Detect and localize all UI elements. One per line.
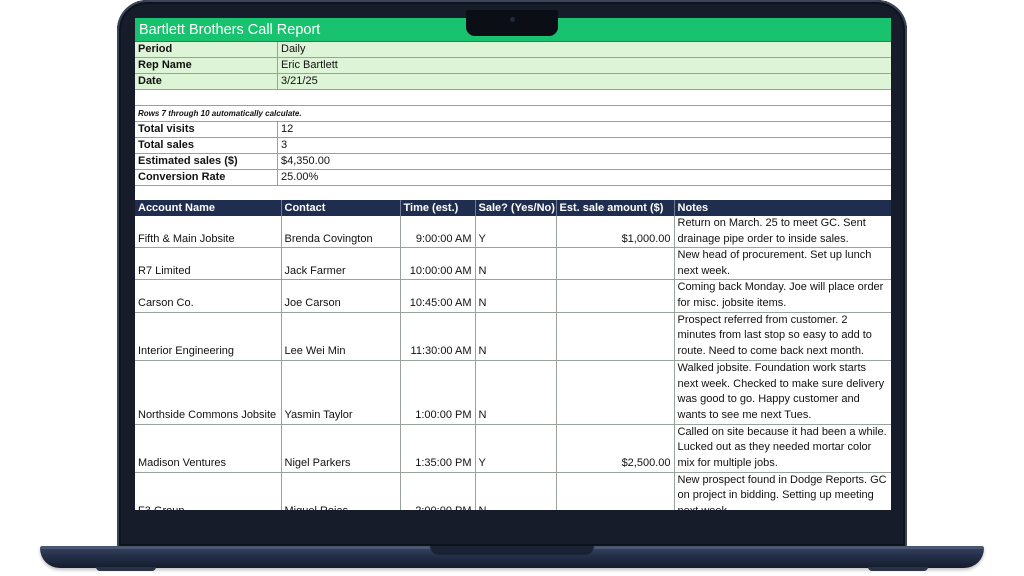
time-cell[interactable]: 10:00:00 AM [400,247,476,281]
field-label: Period [135,42,278,57]
summary-row-conversion-rate[interactable]: Conversion Rate 25.00% [135,170,891,186]
time-cell[interactable]: 1:00:00 PM [400,360,476,425]
account-cell[interactable]: R7 Limited [135,247,282,281]
laptop-foot-left [96,567,156,571]
summary-label: Conversion Rate [135,170,278,185]
field-label: Date [135,74,278,89]
account-cell[interactable]: Fifth & Main Jobsite [135,216,282,249]
table-row[interactable]: Fifth & Main Jobsite Brenda Covington 9:… [135,216,891,249]
amount-cell[interactable] [556,360,675,425]
amount-cell[interactable] [556,247,675,281]
time-cell[interactable]: 9:00:00 AM [400,216,476,249]
account-cell[interactable]: Interior Engineering [135,312,282,361]
laptop-base [40,546,984,568]
summary-value[interactable]: $4,350.00 [278,154,891,169]
contact-cell[interactable]: Brenda Covington [281,216,401,249]
time-cell[interactable]: 10:45:00 AM [400,279,476,313]
spacer-row [135,186,891,200]
field-label: Rep Name [135,58,278,73]
notes-cell[interactable]: New prospect found in Dodge Reports. GC … [674,472,891,510]
table-row[interactable]: Madison Ventures Nigel Parkers 1:35:00 P… [135,424,891,473]
account-cell[interactable]: F3 Group [135,472,282,510]
sale-cell[interactable]: Y [475,216,557,249]
notes-cell[interactable]: Return on March. 25 to meet GC. Sent dra… [674,216,891,249]
notes-cell[interactable]: Walked jobsite. Foundation work starts n… [674,360,891,425]
sale-cell[interactable]: N [475,247,557,281]
field-value[interactable]: Eric Bartlett [278,58,891,73]
summary-row-total-visits[interactable]: Total visits 12 [135,122,891,138]
column-header-notes[interactable]: Notes [674,200,891,216]
amount-cell[interactable] [556,279,675,313]
account-cell[interactable]: Northside Commons Jobsite [135,360,282,425]
amount-cell[interactable]: $1,000.00 [556,216,675,249]
time-cell[interactable]: 11:30:00 AM [400,312,476,361]
column-header-account[interactable]: Account Name [135,200,282,216]
column-header-contact[interactable]: Contact [281,200,401,216]
contact-cell[interactable]: Nigel Parkers [281,424,401,473]
summary-label: Total sales [135,138,278,153]
contact-cell[interactable]: Lee Wei Min [281,312,401,361]
summary-row-estimated-sales[interactable]: Estimated sales ($) $4,350.00 [135,154,891,170]
summary-row-total-sales[interactable]: Total sales 3 [135,138,891,154]
sale-cell[interactable]: N [475,312,557,361]
summary-value[interactable]: 3 [278,138,891,153]
amount-cell[interactable] [556,312,675,361]
table-row[interactable]: R7 Limited Jack Farmer 10:00:00 AM N New… [135,247,891,281]
summary-value[interactable]: 25.00% [278,170,891,185]
time-cell[interactable]: 2:00:00 PM [400,472,476,510]
contact-cell[interactable]: Joe Carson [281,279,401,313]
field-row-period[interactable]: Period Daily [135,42,891,58]
table-row[interactable]: Carson Co. Joe Carson 10:45:00 AM N Comi… [135,279,891,313]
table-row[interactable]: Interior Engineering Lee Wei Min 11:30:0… [135,312,891,361]
summary-label: Total visits [135,122,278,137]
contact-cell[interactable]: Jack Farmer [281,247,401,281]
notes-cell[interactable]: Prospect referred from customer. 2 minut… [674,312,891,361]
field-value[interactable]: 3/21/25 [278,74,891,89]
contact-cell[interactable]: Yasmin Taylor [281,360,401,425]
summary-label: Estimated sales ($) [135,154,278,169]
laptop-foot-right [868,567,928,571]
notes-cell[interactable]: Called on site because it had been a whi… [674,424,891,473]
sale-cell[interactable]: N [475,279,557,313]
notes-cell[interactable]: New head of procurement. Set up lunch ne… [674,247,891,281]
auto-calc-note[interactable]: Rows 7 through 10 automatically calculat… [135,106,891,122]
column-header-amount[interactable]: Est. sale amount ($) [556,200,675,216]
field-row-date[interactable]: Date 3/21/25 [135,74,891,90]
camera-notch [466,10,558,36]
blank-row[interactable] [135,90,891,106]
amount-cell[interactable] [556,472,675,510]
calls-table: Account Name Contact Time (est.) Sale? (… [135,200,891,510]
table-row[interactable]: F3 Group Miguel Rojas 2:00:00 PM N New p… [135,472,891,510]
amount-cell[interactable]: $2,500.00 [556,424,675,473]
contact-cell[interactable]: Miguel Rojas [281,472,401,510]
field-row-rep-name[interactable]: Rep Name Eric Bartlett [135,58,891,74]
account-cell[interactable]: Carson Co. [135,279,282,313]
spreadsheet-screen: Bartlett Brothers Call Report Period Dai… [135,18,891,510]
field-value[interactable]: Daily [278,42,891,57]
column-header-sale[interactable]: Sale? (Yes/No) [475,200,557,216]
column-header-time[interactable]: Time (est.) [400,200,476,216]
sale-cell[interactable]: Y [475,424,557,473]
camera-icon [510,17,515,22]
sale-cell[interactable]: N [475,360,557,425]
table-header-row: Account Name Contact Time (est.) Sale? (… [135,200,891,216]
time-cell[interactable]: 1:35:00 PM [400,424,476,473]
table-row[interactable]: Northside Commons Jobsite Yasmin Taylor … [135,360,891,425]
summary-value[interactable]: 12 [278,122,891,137]
lid-opening-notch [430,546,594,555]
sale-cell[interactable]: N [475,472,557,510]
notes-cell[interactable]: Coming back Monday. Joe will place order… [674,279,891,313]
account-cell[interactable]: Madison Ventures [135,424,282,473]
